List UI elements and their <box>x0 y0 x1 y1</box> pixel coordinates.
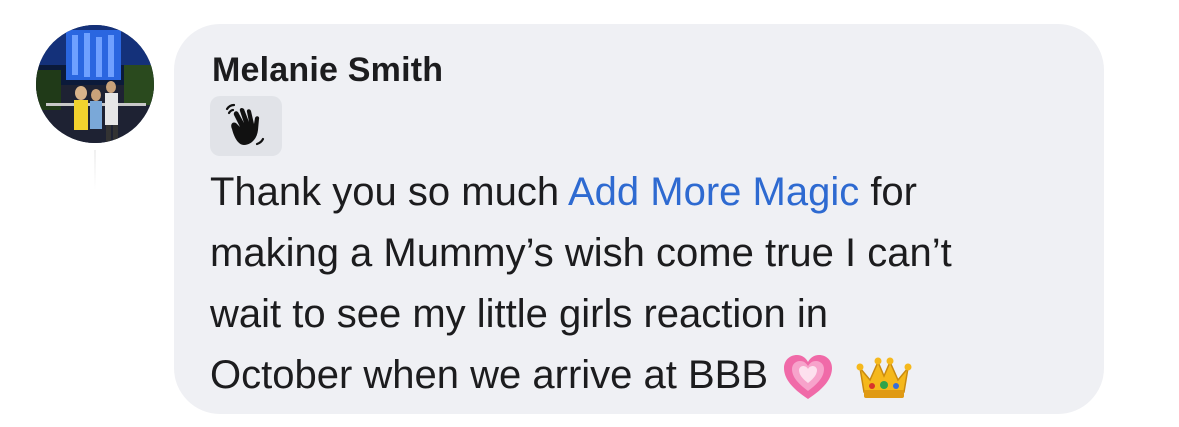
message-line-4: October when we arrive at BBB <box>210 345 1090 406</box>
message-line-1-start: Thank you so much <box>210 170 568 214</box>
mention-link[interactable]: Add More Magic <box>568 170 859 214</box>
crown-emoji <box>856 354 912 400</box>
reaction-badge[interactable] <box>210 96 282 156</box>
message-line-1: Thank you so much Add More Magic for <box>210 162 1090 223</box>
wave-hand-icon <box>225 103 265 146</box>
thread-connector <box>94 150 96 190</box>
comment-author[interactable]: Melanie Smith <box>212 51 443 90</box>
comment-text: Thank you so much Add More Magic for mak… <box>210 162 1090 406</box>
message-line-3: wait to see my little girls reaction in <box>210 292 829 336</box>
growing-heart-emoji <box>782 353 834 401</box>
message-line-2: making a Mummy’s wish come true I can’t <box>210 231 952 275</box>
message-line-1-end: for <box>859 170 917 214</box>
message-line-4-text: October when we arrive at BBB <box>210 353 769 397</box>
avatar[interactable] <box>36 25 154 143</box>
comment-bubble[interactable]: Melanie Smith Thank you so much Add More… <box>174 24 1104 414</box>
avatar-photo <box>36 25 154 143</box>
